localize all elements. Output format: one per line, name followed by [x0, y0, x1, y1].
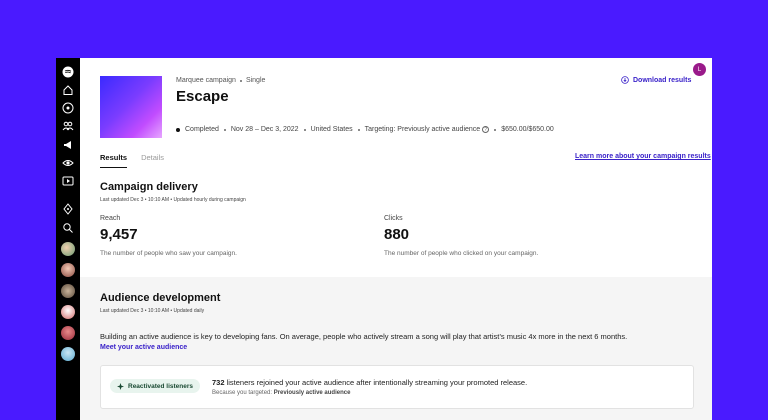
reach-label: Reach: [100, 215, 121, 222]
audience-development-section: Audience development Last updated Dec 3 …: [80, 277, 712, 420]
info-icon[interactable]: ?: [482, 126, 490, 133]
separator-dot: [303, 128, 306, 131]
main-content: L Marquee campaign Single Escape Complet…: [80, 58, 712, 420]
meet-audience-link[interactable]: Meet your active audience: [100, 344, 187, 351]
video-icon[interactable]: [62, 175, 74, 187]
megaphone-icon[interactable]: [62, 139, 74, 151]
sidebar: [56, 58, 80, 420]
reach-description: The number of people who saw your campai…: [100, 250, 237, 257]
download-results-button[interactable]: Download results: [621, 76, 691, 84]
artist-avatar[interactable]: [61, 284, 75, 298]
campaign-type-label: Marquee campaign: [176, 77, 236, 84]
targeting-prefix: Because you targeted:: [212, 390, 274, 396]
audience-description: Building an active audience is key to de…: [100, 332, 628, 341]
reactivated-summary: 732 listeners rejoined your active audie…: [212, 378, 527, 387]
campaign-delivery-heading: Campaign delivery: [100, 181, 198, 193]
user-avatar[interactable]: L: [693, 63, 706, 76]
delivery-update-note: Last updated Dec 3 • 10:10 AM • Updated …: [100, 197, 246, 203]
artist-avatar[interactable]: [61, 263, 75, 277]
status-dot-icon: [176, 127, 180, 132]
artist-avatar[interactable]: [61, 326, 75, 340]
reactivated-count: 732: [212, 378, 225, 387]
targeting-label: Targeting: Previously active audience: [364, 126, 481, 133]
clicks-label: Clicks: [384, 215, 403, 222]
artist-avatar[interactable]: [61, 347, 75, 361]
audience-development-heading: Audience development: [100, 292, 221, 304]
eye-icon[interactable]: [62, 157, 74, 169]
campaign-type: Marquee campaign Single: [176, 77, 265, 84]
separator-dot: [239, 79, 242, 82]
budget-label: $650.00/$650.00: [501, 126, 554, 133]
tab-details[interactable]: Details: [141, 153, 164, 162]
reach-value: 9,457: [100, 226, 138, 243]
separator-dot: [223, 128, 226, 131]
reactivated-listeners-card: Reactivated listeners 732 listeners rejo…: [100, 365, 694, 409]
reactivated-listeners-badge: Reactivated listeners: [110, 379, 201, 393]
targeting-note: Because you targeted: Previously active …: [212, 390, 350, 396]
compass-icon[interactable]: [62, 203, 74, 215]
search-icon[interactable]: [62, 222, 74, 234]
artist-avatar[interactable]: [61, 305, 75, 319]
status-label: Completed: [185, 126, 219, 133]
date-range: Nov 28 – Dec 3, 2022: [230, 126, 299, 133]
app-window: L Marquee campaign Single Escape Complet…: [56, 58, 712, 420]
reactivated-text: listeners rejoined your active audience …: [224, 378, 528, 387]
campaign-format-label: Single: [245, 77, 266, 84]
download-icon: [621, 76, 629, 84]
music-icon[interactable]: [62, 102, 74, 114]
home-icon[interactable]: [62, 84, 74, 96]
tab-bar: Results Details: [100, 153, 164, 168]
logo-icon[interactable]: [62, 66, 74, 78]
sparkle-icon: [117, 382, 124, 390]
release-cover-art: [100, 76, 162, 138]
campaign-title: Escape: [176, 88, 229, 105]
clicks-value: 880: [384, 226, 410, 243]
targeting-value: Previously active audience: [273, 390, 351, 396]
location-label: United States: [310, 126, 353, 133]
audience-update-note: Last updated Dec 3 • 10:10 AM • Updated …: [100, 308, 205, 314]
campaign-status-row: Completed Nov 28 – Dec 3, 2022 United St…: [176, 126, 554, 133]
artist-avatar[interactable]: [61, 242, 75, 256]
tab-results[interactable]: Results: [100, 153, 128, 168]
separator-dot: [494, 128, 497, 131]
learn-more-link[interactable]: Learn more about your campaign results: [575, 153, 711, 160]
separator-dot: [357, 128, 360, 131]
audience-icon[interactable]: [62, 120, 74, 132]
download-label: Download results: [633, 76, 692, 84]
badge-label: Reactivated listeners: [128, 382, 194, 390]
clicks-description: The number of people who clicked on your…: [384, 250, 539, 257]
